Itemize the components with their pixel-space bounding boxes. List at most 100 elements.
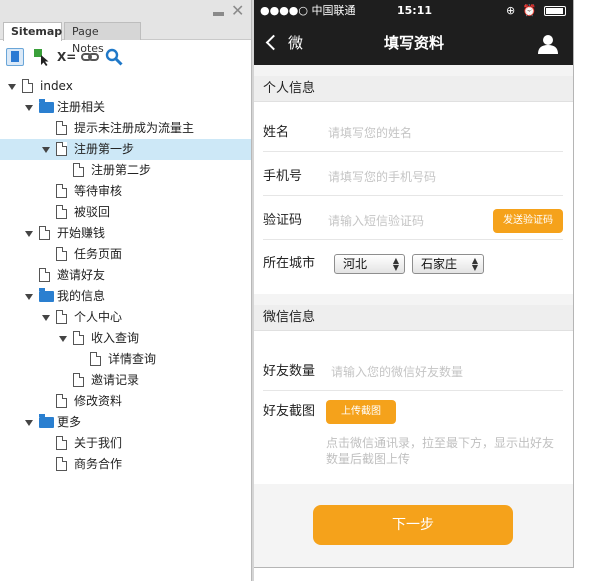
page-icon [90, 352, 101, 366]
sitemap-node[interactable]: 修改资料 [0, 391, 251, 412]
sitemap-node[interactable]: 详情查询 [0, 349, 251, 370]
friends-input[interactable] [331, 363, 521, 381]
page-icon [56, 436, 67, 450]
name-label: 姓名 [263, 125, 290, 140]
sitemap-node[interactable]: 商务合作 [0, 454, 251, 475]
battery-icon [544, 6, 566, 16]
close-icon[interactable]: ✕ [231, 3, 244, 19]
link-icon[interactable] [81, 48, 99, 66]
phone-label: 手机号 [263, 169, 303, 184]
sitemap-node[interactable]: 等待审核 [0, 181, 251, 202]
status-time: 15:11 [397, 4, 433, 17]
expand-arrow-icon[interactable] [59, 336, 67, 342]
page-icon [56, 184, 67, 198]
friends-row: 好友数量 [263, 353, 563, 391]
sitemap-node[interactable]: 邀请记录 [0, 370, 251, 391]
sitemap-node-label: 提示未注册成为流量主 [74, 121, 195, 135]
sitemap-node-label: 更多 [57, 415, 82, 429]
wechat-info-heading: 微信信息 [254, 305, 573, 331]
code-label: 验证码 [263, 213, 303, 228]
variables-icon[interactable]: X= [57, 48, 76, 66]
sitemap-node-label: index [40, 79, 73, 93]
sitemap-node[interactable]: 我的信息 [0, 286, 251, 307]
sitemap-node[interactable]: 关于我们 [0, 433, 251, 454]
code-input[interactable] [328, 212, 488, 230]
screenshot-row: 好友截图 上传截图 [263, 393, 563, 431]
sitemap-node-label: 修改资料 [74, 394, 123, 408]
sitemap-node-label: 注册第一步 [74, 142, 135, 156]
sitemap-node-label: 个人中心 [74, 310, 123, 324]
page-icon [56, 310, 67, 324]
name-row: 姓名 [263, 114, 563, 152]
expand-arrow-icon[interactable] [25, 420, 33, 426]
code-row: 验证码 发送验证码 [263, 202, 563, 240]
sitemap-node-label: 任务页面 [74, 247, 123, 261]
sitemap-node-label: 开始赚钱 [57, 226, 106, 240]
status-bar: ●●●●○ 中国联通 15:11 ⊕ ⏰ [254, 0, 573, 22]
page-icon [56, 142, 67, 156]
sitemap-node-label: 邀请好友 [57, 268, 106, 282]
expand-arrow-icon[interactable] [8, 84, 16, 90]
city-select[interactable]: 石家庄 ▲ ▼ [412, 254, 484, 274]
expand-arrow-icon[interactable] [42, 147, 50, 153]
page-icon [56, 121, 67, 135]
folder-icon [39, 288, 54, 302]
sitemap-node-label: 注册第二步 [91, 163, 152, 177]
sitemap-node[interactable]: 提示未注册成为流量主 [0, 118, 251, 139]
sitemap-node[interactable]: 个人中心 [0, 307, 251, 328]
city-value: 石家庄 [421, 257, 458, 271]
sitemap-node[interactable]: 注册第二步 [0, 160, 251, 181]
page-title: 填写资料 [383, 34, 444, 52]
sitemap-node-label: 被驳回 [74, 205, 111, 219]
send-code-button[interactable]: 发送验证码 [493, 209, 563, 233]
phone-input[interactable] [328, 168, 488, 186]
province-select[interactable]: 河北 ▲ ▼ [334, 254, 405, 274]
next-step-button[interactable]: 下一步 [313, 505, 513, 545]
page-icon [39, 226, 50, 240]
page-icon [22, 79, 33, 93]
nav-bar: 微信(1) 填写资料 [254, 22, 573, 138]
sitemap-node[interactable]: index [0, 76, 251, 97]
name-input[interactable] [328, 124, 488, 142]
carrier-signal: ●●●●○ 中国联通 [260, 4, 356, 17]
panel-tab-bar: Sitemap Page Notes ✕ [0, 0, 251, 55]
sitemap-node-label: 等待审核 [74, 184, 123, 198]
add-page-icon[interactable] [6, 48, 24, 66]
page-icon [73, 331, 84, 345]
expand-arrow-icon[interactable] [25, 294, 33, 300]
search-icon[interactable] [105, 48, 123, 66]
expand-arrow-icon[interactable] [25, 231, 33, 237]
personal-info-form: 姓名 手机号 验证码 发送验证码 所在城市 河北 ▲▼ 石家庄 ▲▼ [254, 102, 573, 294]
tab-sitemap[interactable]: Sitemap [3, 22, 62, 41]
expand-arrow-icon[interactable] [25, 105, 33, 111]
user-icon[interactable] [538, 34, 558, 54]
city-row: 所在城市 河北 ▲ ▼ 石家庄 ▲ ▼ [263, 245, 563, 283]
tab-page-notes[interactable]: Page Notes [64, 22, 141, 55]
status-icons: ⊕ ⏰ [506, 4, 539, 17]
sitemap-node[interactable]: 开始赚钱 [0, 223, 251, 244]
screenshot-hint: 点击微信通讯录，拉至最下方，显示出好友数量后截图上传 [326, 436, 555, 466]
minimize-icon[interactable] [213, 12, 224, 16]
sitemap-node-label: 邀请记录 [91, 373, 140, 387]
sitemap-node-label: 注册相关 [57, 100, 106, 114]
page-icon [39, 268, 50, 282]
sitemap-node[interactable]: 注册相关 [0, 97, 251, 118]
sitemap-node[interactable]: 注册第一步 [0, 139, 251, 160]
sitemap-node[interactable]: 任务页面 [0, 244, 251, 265]
add-flow-icon[interactable] [33, 48, 51, 66]
sitemap-node[interactable]: 被驳回 [0, 202, 251, 223]
sitemap-node[interactable]: 收入查询 [0, 328, 251, 349]
sitemap-toolbar: X= [0, 41, 251, 73]
page-icon [73, 163, 84, 177]
page-icon [56, 457, 67, 471]
folder-icon [39, 99, 54, 113]
sitemap-node[interactable]: 邀请好友 [0, 265, 251, 286]
sitemap-panel: Sitemap Page Notes ✕ X= index 注册相关 提示未注册成 [0, 0, 251, 581]
expand-arrow-icon[interactable] [42, 315, 50, 321]
select-arrows-icon: ▲ ▼ [392, 256, 399, 272]
folder-icon [39, 414, 54, 428]
upload-screenshot-button[interactable]: 上传截图 [326, 400, 396, 424]
sitemap-node[interactable]: 更多 [0, 412, 251, 433]
city-label: 所在城市 [263, 256, 316, 271]
friends-label: 好友数量 [263, 364, 316, 379]
